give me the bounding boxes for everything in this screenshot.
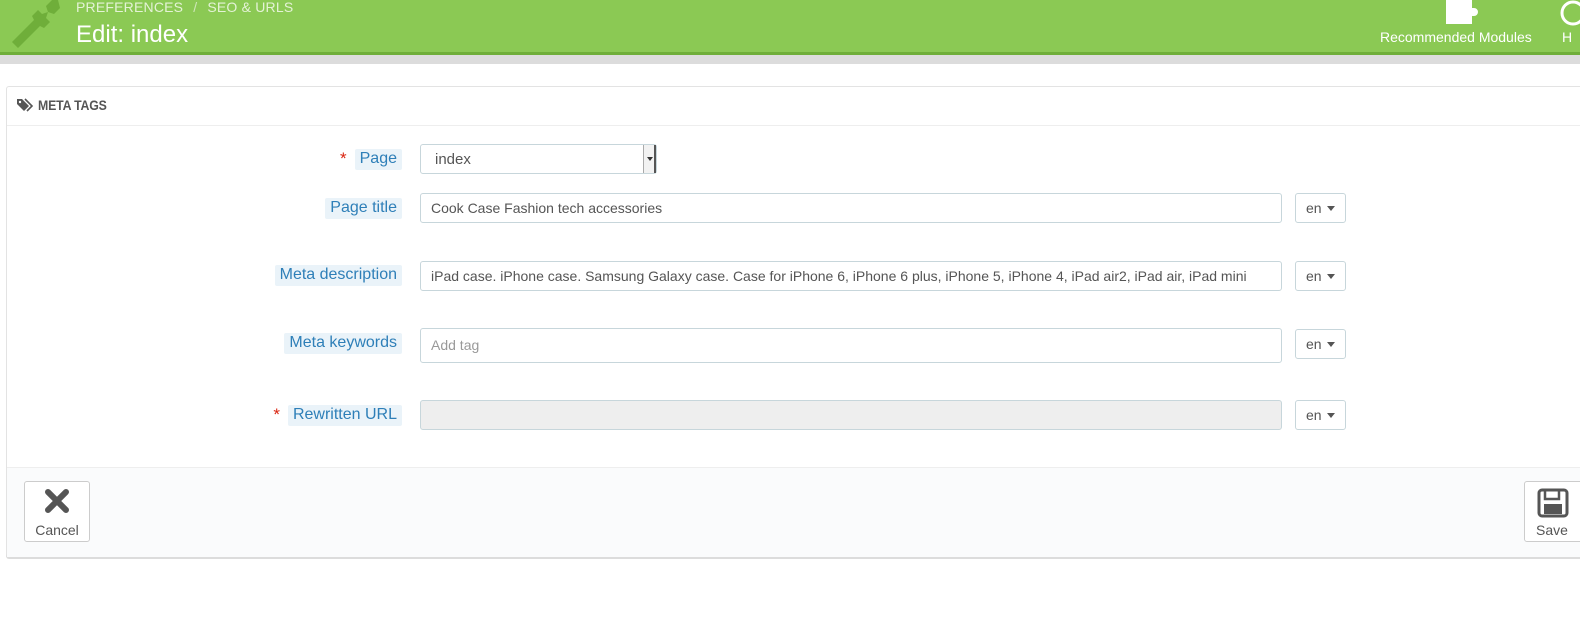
wrench-icon — [12, 0, 60, 48]
caret-down-icon — [1327, 206, 1335, 211]
save-icon — [1525, 488, 1580, 521]
lang-label: en — [1306, 200, 1322, 216]
help-label: H — [1562, 29, 1573, 45]
help-button[interactable]: H — [1555, 0, 1580, 52]
caret-down-icon — [1327, 274, 1335, 279]
meta-keywords-tag-input[interactable]: Add tag — [420, 328, 1282, 363]
help-icon — [1560, 0, 1580, 26]
header-divider — [0, 55, 1580, 64]
page-title-input[interactable]: Cook Case Fashion tech accessories — [420, 193, 1282, 223]
save-label: Save — [1536, 522, 1568, 538]
meta-keywords-label: Meta keywords — [284, 333, 402, 354]
breadcrumb: PREFERENCES / SEO & URLS — [76, 0, 293, 15]
recommended-modules-button[interactable]: Recommended Modules — [1372, 0, 1550, 52]
page-title-lang-button[interactable]: en — [1295, 193, 1346, 223]
lang-label: en — [1306, 407, 1322, 423]
page-select-value: index — [435, 151, 471, 168]
lang-label: en — [1306, 336, 1322, 352]
panel-footer: Cancel Save — [7, 467, 1580, 557]
cancel-button[interactable]: Cancel — [24, 481, 90, 542]
close-icon — [25, 488, 89, 517]
breadcrumb-seo-urls[interactable]: SEO & URLS — [207, 0, 293, 15]
meta-tags-panel: META TAGS * Page index Page title Cook Ca… — [6, 86, 1580, 557]
meta-keywords-lang-button[interactable]: en — [1295, 329, 1346, 359]
required-marker: * — [273, 405, 280, 424]
meta-description-lang-button[interactable]: en — [1295, 261, 1346, 291]
chevron-down-icon — [643, 145, 656, 173]
rewritten-url-label: Rewritten URL — [287, 405, 402, 426]
puzzle-icon — [1446, 0, 1478, 24]
save-button[interactable]: Save — [1524, 481, 1580, 542]
page-title-label: Page title — [325, 198, 402, 219]
panel-heading: META TAGS — [7, 87, 1580, 126]
breadcrumb-separator: / — [193, 0, 198, 15]
page-select[interactable]: index — [420, 144, 657, 174]
rewritten-url-lang-button[interactable]: en — [1295, 400, 1346, 430]
cancel-label: Cancel — [35, 522, 79, 538]
recommended-modules-label: Recommended Modules — [1380, 29, 1532, 45]
page-header: PREFERENCES / SEO & URLS Edit: index Recom… — [0, 0, 1580, 55]
breadcrumb-preferences[interactable]: PREFERENCES — [76, 0, 183, 15]
required-marker: * — [340, 149, 347, 168]
caret-down-icon — [1327, 413, 1335, 418]
page-title: Edit: index — [76, 21, 189, 48]
panel-title: META TAGS — [38, 97, 107, 113]
lang-label: en — [1306, 268, 1322, 284]
rewritten-url-input[interactable] — [420, 400, 1282, 430]
page-label: Page — [354, 149, 402, 170]
caret-down-icon — [1327, 342, 1335, 347]
meta-description-label: Meta description — [274, 265, 402, 286]
tag-icon — [17, 98, 34, 112]
meta-description-input[interactable]: iPad case. iPhone case. Samsung Galaxy c… — [420, 261, 1282, 291]
